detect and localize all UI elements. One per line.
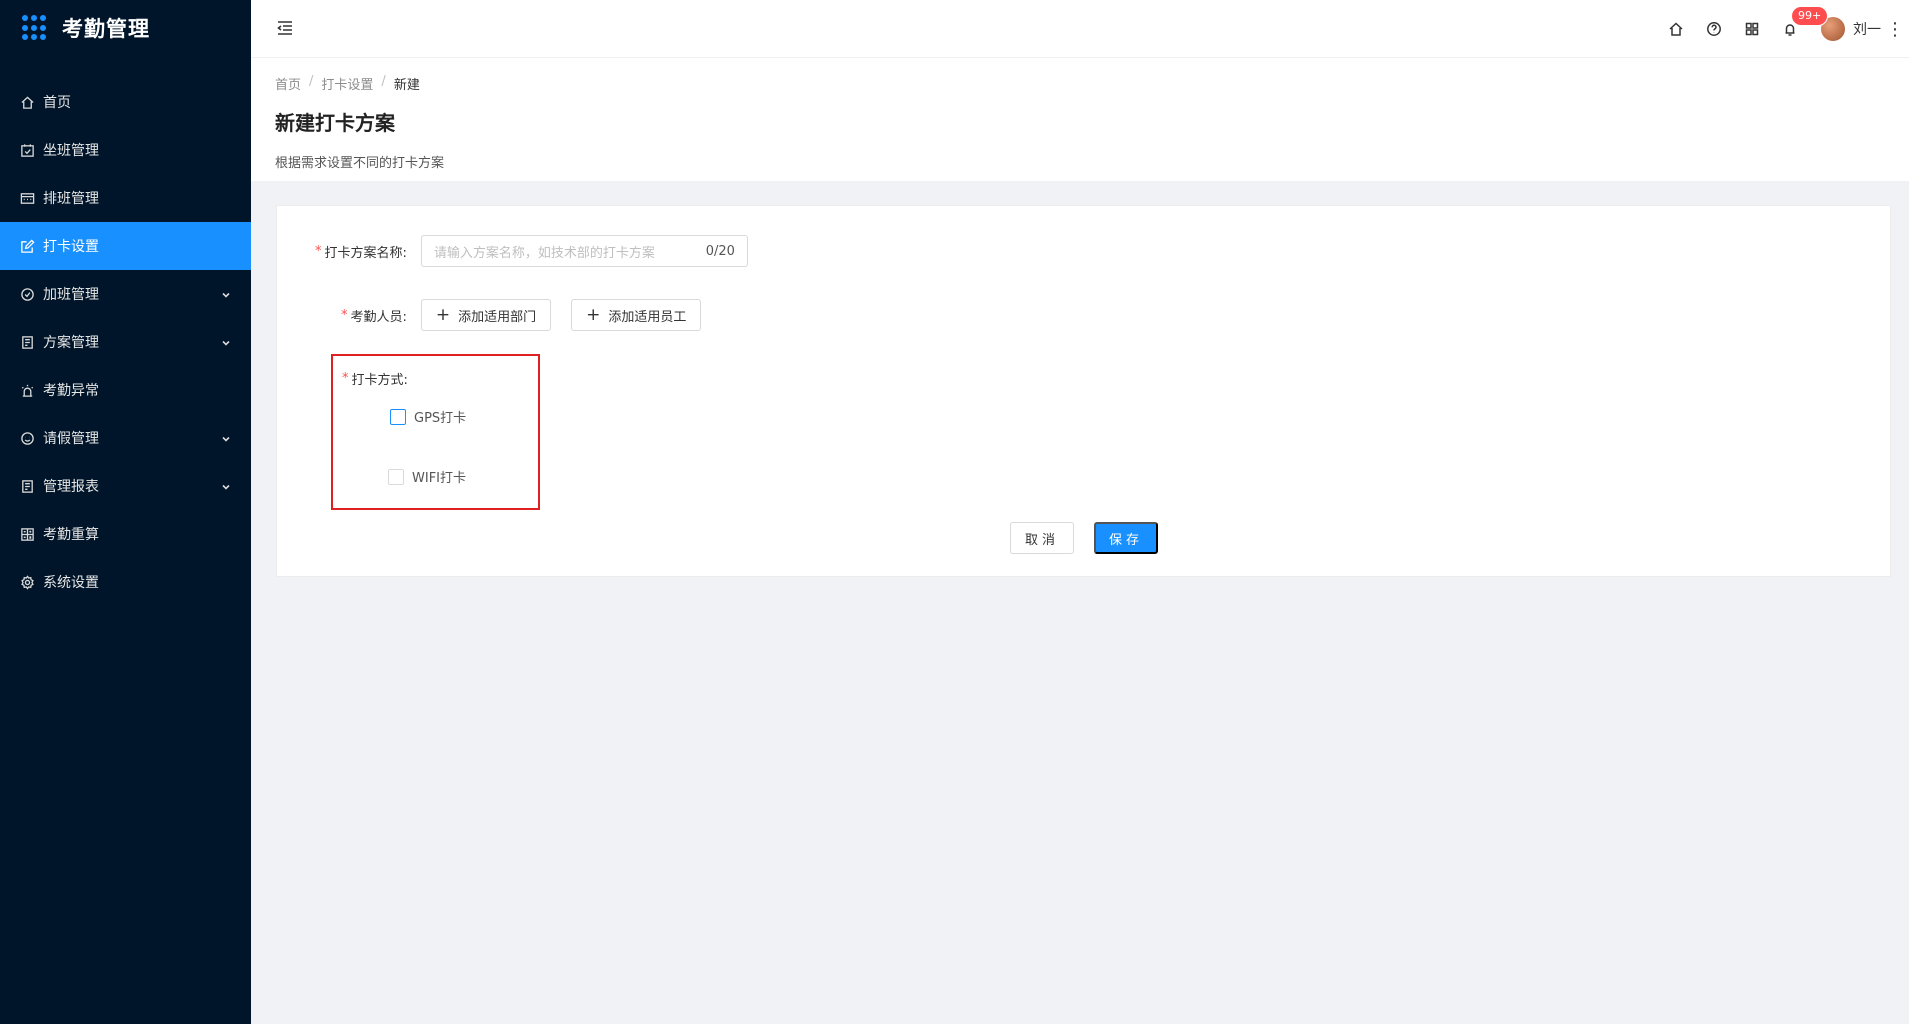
sidebar-item-label: 系统设置 bbox=[43, 575, 99, 591]
sidebar-item-label: 坐班管理 bbox=[43, 143, 99, 159]
sidebar-item-label: 管理报表 bbox=[43, 479, 99, 495]
calculator-icon bbox=[19, 526, 35, 542]
smile-icon bbox=[19, 430, 35, 446]
add-department-label: 添加适用部门 bbox=[458, 309, 537, 325]
home-icon[interactable] bbox=[1657, 0, 1695, 58]
add-department-button[interactable]: + 添加适用部门 bbox=[420, 299, 552, 331]
app-title: 考勤管理 bbox=[62, 17, 150, 41]
chevron-down-icon bbox=[221, 480, 231, 490]
report-icon bbox=[19, 478, 35, 494]
sidebar-item-label: 方案管理 bbox=[43, 335, 99, 351]
notification-bell[interactable]: 99+ bbox=[1771, 0, 1829, 58]
sidebar-item-plans[interactable]: 方案管理 bbox=[0, 318, 251, 366]
breadcrumb-current: 新建 bbox=[393, 78, 420, 93]
clock-icon bbox=[19, 286, 35, 302]
sidebar-item-overtime[interactable]: 加班管理 bbox=[0, 270, 251, 318]
sidebar-item-shift[interactable]: 坐班管理 bbox=[0, 126, 251, 174]
add-staff-label: 添加适用员工 bbox=[608, 309, 687, 325]
page-description: 根据需求设置不同的打卡方案 bbox=[275, 156, 445, 171]
gear-icon bbox=[19, 574, 35, 590]
breadcrumb-separator: / bbox=[381, 74, 386, 89]
sidebar-menu: 首页 坐班管理 排班管理 打卡设置 加班管理 方案管理 考勤异常 请假管理 管理… bbox=[0, 78, 251, 606]
page-title: 新建打卡方案 bbox=[275, 111, 395, 135]
page-header: 首页 / 打卡设置 / 新建 新建打卡方案 根据需求设置不同的打卡方案 bbox=[251, 58, 1909, 181]
form-row-members: * 考勤人员: + 添加适用部门 + 添加适用员工 bbox=[341, 299, 702, 331]
document-icon bbox=[19, 334, 35, 350]
sidebar-item-punch-settings[interactable]: 打卡设置 bbox=[0, 222, 251, 270]
chevron-down-icon bbox=[221, 432, 231, 442]
sidebar: 考勤管理 首页 坐班管理 排班管理 打卡设置 加班管理 方案管理 考勤异常 请假… bbox=[0, 0, 251, 1024]
sidebar-item-reports[interactable]: 管理报表 bbox=[0, 462, 251, 510]
help-icon[interactable] bbox=[1695, 0, 1733, 58]
save-button[interactable]: 保存 bbox=[1094, 522, 1158, 554]
form-row-name: * 打卡方案名称: 请输入方案名称，如技术部的打卡方案 0/20 bbox=[315, 235, 748, 267]
top-header: 99+ 刘一 ⋮ bbox=[251, 0, 1909, 58]
app-grid-logo-icon bbox=[22, 15, 48, 41]
edit-icon bbox=[19, 238, 35, 254]
breadcrumb: 首页 / 打卡设置 / 新建 bbox=[275, 74, 1909, 93]
sidebar-item-system-settings[interactable]: 系统设置 bbox=[0, 558, 251, 606]
sidebar-item-label: 请假管理 bbox=[43, 431, 99, 447]
sidebar-item-leave[interactable]: 请假管理 bbox=[0, 414, 251, 462]
alarm-icon bbox=[19, 382, 35, 398]
sidebar-item-home[interactable]: 首页 bbox=[0, 78, 251, 126]
header-actions: 99+ 刘一 ⋮ bbox=[1657, 0, 1909, 58]
sidebar-item-label: 考勤重算 bbox=[43, 527, 99, 543]
breadcrumb-separator: / bbox=[309, 74, 314, 89]
plan-name-input[interactable]: 请输入方案名称，如技术部的打卡方案 0/20 bbox=[420, 235, 748, 267]
sidebar-item-label: 加班管理 bbox=[43, 287, 99, 303]
cancel-button[interactable]: 取消 bbox=[1010, 522, 1074, 554]
more-vertical-icon[interactable]: ⋮ bbox=[1881, 0, 1909, 58]
chevron-down-icon bbox=[221, 336, 231, 346]
sidebar-item-recalc[interactable]: 考勤重算 bbox=[0, 510, 251, 558]
highlight-annotation-box bbox=[331, 354, 540, 510]
brand: 考勤管理 bbox=[0, 0, 251, 56]
char-counter: 0/20 bbox=[705, 243, 735, 259]
apps-grid-icon[interactable] bbox=[1733, 0, 1771, 58]
add-staff-button[interactable]: + 添加适用员工 bbox=[571, 299, 702, 331]
sidebar-item-label: 首页 bbox=[43, 95, 71, 111]
menu-fold-icon[interactable] bbox=[275, 18, 295, 38]
schedule-icon bbox=[19, 190, 35, 206]
breadcrumb-punch-settings[interactable]: 打卡设置 bbox=[321, 74, 373, 93]
sidebar-item-schedule[interactable]: 排班管理 bbox=[0, 174, 251, 222]
home-icon bbox=[19, 94, 35, 110]
breadcrumb-home[interactable]: 首页 bbox=[275, 74, 301, 93]
members-label: 考勤人员: bbox=[350, 309, 407, 325]
plan-name-placeholder: 请输入方案名称，如技术部的打卡方案 bbox=[433, 245, 655, 261]
plus-icon: + bbox=[586, 304, 601, 325]
sidebar-item-label: 排班管理 bbox=[43, 191, 99, 207]
plus-icon: + bbox=[435, 304, 451, 325]
required-mark: * bbox=[341, 307, 348, 323]
calendar-check-icon bbox=[19, 142, 35, 158]
chevron-down-icon bbox=[221, 288, 231, 298]
required-mark: * bbox=[315, 243, 322, 259]
user-name[interactable]: 刘一 bbox=[1853, 19, 1881, 39]
sidebar-item-exceptions[interactable]: 考勤异常 bbox=[0, 366, 251, 414]
notification-badge: 99+ bbox=[1791, 6, 1829, 26]
sidebar-item-label: 考勤异常 bbox=[43, 383, 99, 399]
name-label: 打卡方案名称: bbox=[324, 245, 407, 261]
sidebar-item-label: 打卡设置 bbox=[43, 239, 99, 255]
